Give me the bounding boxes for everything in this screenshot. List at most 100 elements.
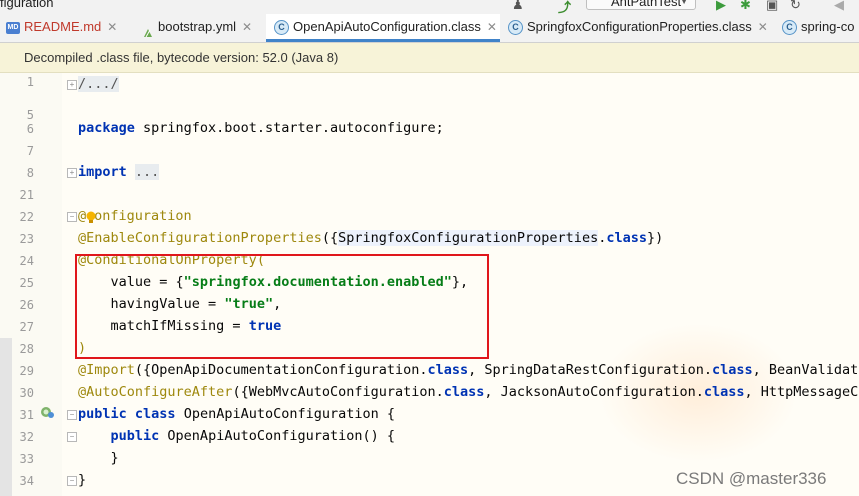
constructor-declaration: OpenApiAutoConfiguration() { <box>159 428 395 444</box>
keyword: class <box>703 384 745 400</box>
tab-bootstrap-yml[interactable]: bootstrap.yml ✕ <box>142 14 252 42</box>
watermark: CSDN @master336 <box>676 469 827 488</box>
intention-bulb-icon[interactable] <box>86 211 96 230</box>
decompiled-notice: Decompiled .class file, bytecode version… <box>0 43 859 73</box>
fold-marker[interactable]: − <box>67 476 77 486</box>
markdown-icon: MD <box>6 21 20 34</box>
class-reference: SpringfoxConfigurationProperties <box>338 230 599 246</box>
class-reference: ({WebMvcAutoConfiguration. <box>232 384 444 400</box>
class-icon: C <box>274 20 289 36</box>
gutter-strip <box>0 338 12 496</box>
tab-label: spring-co <box>801 19 855 34</box>
line-number-gutter: 1 5 6 7 8 21 22 23 24 25 26 27 28 29 30 … <box>0 73 62 496</box>
punctuation: }) <box>646 230 664 246</box>
run-configuration-label: AntPathTest <box>611 0 682 9</box>
title-bar: figuration ♟ ⤴ AntPathTest ▼ ▶ ✱ ▣ ↻ ◀ <box>0 0 859 14</box>
punctuation: } <box>78 472 87 488</box>
close-icon[interactable]: ✕ <box>242 20 252 34</box>
line-number: 8 <box>26 166 34 180</box>
tab-springfox-configuration-properties[interactable]: C SpringfoxConfigurationProperties.class ✕ <box>508 14 768 42</box>
tab-label: OpenApiAutoConfiguration.class <box>293 19 481 34</box>
code-line-31: public class OpenApiAutoConfiguration { <box>78 403 395 425</box>
punctuation: } <box>78 450 119 466</box>
stop-icon[interactable]: ◀ <box>834 0 844 13</box>
annotation: @AutoConfigureAfter <box>78 384 233 400</box>
editor-tabs: MD README.md ✕ bootstrap.yml ✕ C OpenApiAuto… <box>0 14 859 43</box>
line-number: 7 <box>26 144 34 158</box>
line-number: 22 <box>19 210 34 224</box>
highlight-box <box>75 254 489 359</box>
keyword: class <box>712 362 753 378</box>
line-number: 24 <box>19 254 34 268</box>
class-reference: , HttpMessageCon <box>744 384 859 400</box>
annotation: onfiguration <box>94 208 192 224</box>
code-line-30: @AutoConfigureAfter({WebMvcAutoConfigura… <box>78 381 859 403</box>
code-line-29: @Import({OpenApiDocumentationConfigurati… <box>78 359 859 381</box>
project-title: figuration <box>0 0 54 10</box>
line-number: 5 <box>26 108 34 122</box>
tab-spring-co[interactable]: Cspring-co <box>782 14 854 42</box>
keyword: public <box>110 428 160 444</box>
code-line-6: package springfox.boot.starter.autoconfi… <box>78 117 444 139</box>
class-icon: C <box>782 20 797 36</box>
fold-marker[interactable]: − <box>67 410 77 420</box>
keyword: class <box>443 384 485 400</box>
fold-marker[interactable]: + <box>67 168 77 178</box>
keyword: package <box>78 120 135 136</box>
package-name: springfox.boot.starter.autoconfigure; <box>134 120 444 136</box>
line-number: 28 <box>19 342 34 356</box>
annotation: @ <box>78 208 87 224</box>
code-line-1: /.../ <box>78 73 119 95</box>
fold-marker[interactable]: + <box>67 80 77 90</box>
keyword: public <box>78 406 127 422</box>
line-number: 32 <box>19 430 34 444</box>
line-number: 31 <box>19 408 34 422</box>
tab-readme[interactable]: MD README.md ✕ <box>6 14 117 42</box>
class-reference: , SpringDataRestConfiguration. <box>468 362 712 378</box>
tab-label: bootstrap.yml <box>158 19 237 34</box>
run-icon[interactable]: ▶ <box>716 0 726 13</box>
line-number: 30 <box>19 386 34 400</box>
coverage-icon[interactable]: ▣ <box>766 0 778 13</box>
folded-imports[interactable]: ... <box>134 164 160 180</box>
punctuation: ({ <box>321 230 339 246</box>
annotation: @Import <box>78 362 135 378</box>
user-icon[interactable]: ♟ <box>512 0 524 13</box>
annotation: @EnableConfigurationProperties <box>78 230 322 246</box>
keyword: class <box>134 406 176 422</box>
close-icon[interactable]: ✕ <box>758 20 768 34</box>
line-number: 6 <box>26 122 34 136</box>
code-line-8: import ... <box>78 161 160 183</box>
line-number: 21 <box>19 188 34 202</box>
tab-label: README.md <box>24 19 102 34</box>
yaml-icon <box>142 22 154 37</box>
class-reference: ({OpenApiDocumentationConfiguration. <box>134 362 428 378</box>
tab-openapi-autoconfiguration[interactable]: C OpenApiAutoConfiguration.class ✕ <box>266 14 500 42</box>
build-icon[interactable]: ⤴ <box>558 0 571 14</box>
fold-marker[interactable]: − <box>67 432 77 442</box>
line-number: 34 <box>19 474 34 488</box>
class-icon: C <box>508 20 523 36</box>
line-number: 23 <box>19 232 34 246</box>
run-configuration-select[interactable]: AntPathTest ▼ <box>586 0 696 10</box>
line-number: 25 <box>19 276 34 290</box>
line-number: 29 <box>19 364 34 378</box>
bean-gutter-icon[interactable] <box>40 405 54 424</box>
code-line-33: } <box>78 447 119 469</box>
class-reference: , JacksonAutoConfiguration. <box>484 384 704 400</box>
class-declaration: OpenApiAutoConfiguration { <box>175 406 396 422</box>
line-number: 33 <box>19 452 34 466</box>
keyword: class <box>606 230 647 246</box>
debug-icon[interactable]: ✱ <box>740 0 751 13</box>
keyword: class <box>427 362 469 378</box>
profile-icon[interactable]: ↻ <box>790 0 801 13</box>
line-number: 26 <box>19 298 34 312</box>
chevron-down-icon: ▼ <box>679 0 689 7</box>
fold-marker[interactable]: − <box>67 212 77 222</box>
close-icon[interactable]: ✕ <box>107 20 117 34</box>
keyword: import <box>78 164 127 180</box>
close-icon[interactable]: ✕ <box>487 20 497 34</box>
line-number: 1 <box>26 75 34 89</box>
code-line-23: @EnableConfigurationProperties({Springfo… <box>78 227 663 249</box>
folded-comment[interactable]: /.../ <box>78 76 119 92</box>
